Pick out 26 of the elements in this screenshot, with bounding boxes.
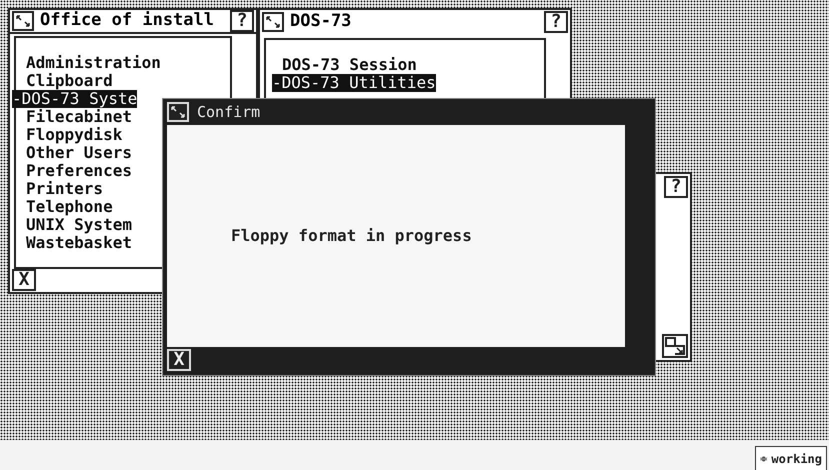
list-item[interactable]: DOS-73 Session <box>282 56 417 74</box>
expand-icon[interactable] <box>12 11 34 31</box>
window-title: Office of install <box>40 9 215 32</box>
list-item[interactable]: Clipboard <box>26 72 113 90</box>
close-button[interactable]: X <box>167 349 191 371</box>
status-text: working <box>771 450 822 468</box>
list-item[interactable]: Administration <box>26 54 161 72</box>
help-button[interactable]: ? <box>544 11 568 33</box>
list-item[interactable]: Floppydisk <box>26 126 122 144</box>
help-button[interactable]: ? <box>664 176 688 198</box>
message-text: Floppy format in progress <box>231 225 472 247</box>
list-item[interactable]: Telephone <box>26 198 113 216</box>
list-item[interactable]: UNIX System <box>26 216 132 234</box>
dialog-title: Confirm <box>197 102 260 123</box>
expand-icon[interactable] <box>262 12 284 32</box>
list-item[interactable]: Other Users <box>26 144 132 162</box>
list-item[interactable]: Filecabinet <box>26 108 132 126</box>
help-button[interactable]: ? <box>230 10 254 32</box>
close-button[interactable]: X <box>12 269 36 291</box>
list-item[interactable]: Printers <box>26 180 104 198</box>
window-title: DOS-73 <box>290 10 352 34</box>
list-item[interactable]: Preferences <box>26 162 132 180</box>
list-item[interactable]: -DOS-73 Utilities <box>272 74 436 92</box>
list-item[interactable]: Wastebasket <box>26 234 132 252</box>
list-item[interactable]: -DOS-73 Syste <box>12 90 138 108</box>
resize-icon[interactable] <box>662 334 688 358</box>
